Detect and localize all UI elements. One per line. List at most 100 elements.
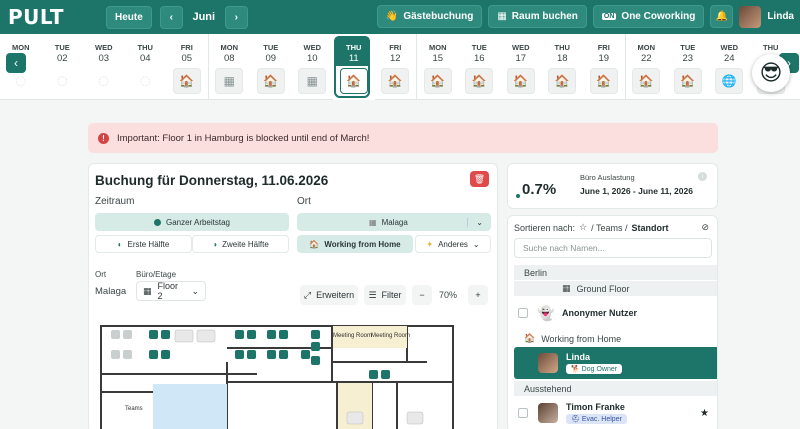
utilization-percent: 0.7%	[522, 181, 557, 198]
guest-booking-label: Gästebuchung	[403, 11, 474, 22]
star-filled-icon[interactable]: ★	[700, 408, 709, 419]
day-15[interactable]: MON 15 🏠	[417, 34, 459, 100]
teams-room-label: Teams	[125, 406, 143, 412]
day-08[interactable]: MON 08 ▦	[209, 34, 251, 100]
day-16[interactable]: TUE 16 🏠	[459, 34, 501, 100]
person-row-linda[interactable]: Linda 🐕 Dog Owner	[514, 347, 717, 379]
day-04[interactable]: THU 04 ◌	[125, 34, 167, 100]
sort-teams[interactable]: / Teams /	[591, 223, 627, 233]
day-17[interactable]: WED 17 🏠	[500, 34, 542, 100]
group-berlin[interactable]: Berlin	[514, 265, 717, 280]
utilization-title: Büro Auslastung	[580, 173, 635, 182]
weekday-label: WED	[303, 43, 322, 52]
user-avatar[interactable]	[739, 5, 762, 28]
coworking-button[interactable]: ON One Coworking	[592, 5, 705, 28]
day-10[interactable]: WED 10 ▦	[292, 34, 334, 100]
user-name[interactable]: Linda	[767, 11, 794, 22]
weekday-label: THU	[763, 43, 779, 52]
day-11[interactable]: THU 11 🏠	[333, 34, 375, 100]
day-12[interactable]: FRI 12 🏠	[375, 34, 417, 100]
next-month-button[interactable]: ›	[224, 5, 248, 29]
day-09[interactable]: TUE 09 🏠	[250, 34, 292, 100]
eye-off-icon[interactable]: ⊘	[701, 222, 709, 233]
day-05[interactable]: FRI 05 🏠	[166, 34, 208, 100]
weekday-label: MON	[637, 43, 656, 52]
second-half-option[interactable]: ◑ Zweite Hälfte	[192, 235, 289, 253]
home-icon: 🏠	[524, 333, 536, 343]
person-row-timon[interactable]: Timon Franke ⛑ Evac. Helper ★	[514, 399, 717, 427]
blocked-floor-alert: ! Important: Floor 1 in Hamburg is block…	[88, 123, 718, 153]
day-23[interactable]: TUE 23 🏠	[667, 34, 709, 100]
day-22[interactable]: MON 22 🏠	[626, 34, 668, 100]
home-repeat-icon: 🏠	[548, 68, 577, 94]
alert-icon: !	[98, 132, 109, 144]
chevron-down-icon: ⌄	[472, 239, 480, 249]
full-day-option[interactable]: Ganzer Arbeitstag	[95, 213, 289, 231]
sort-row: Sortieren nach: ☆ / Teams / Standort	[514, 222, 668, 233]
first-half-option[interactable]: ◐ Erste Hälfte	[95, 235, 192, 253]
weekday-label: FRI	[389, 43, 402, 52]
day-03[interactable]: WED 03 ◌	[83, 34, 125, 100]
group-pending[interactable]: Ausstehend	[514, 381, 717, 396]
day-number: 03	[98, 53, 110, 64]
floor-area-highlight	[153, 384, 227, 429]
ort-label: Ort	[297, 196, 311, 207]
pult-logo[interactable]: PULT	[8, 5, 64, 29]
badge-label: Evac. Helper	[581, 416, 622, 423]
day-18[interactable]: THU 18 🏠	[542, 34, 584, 100]
sunglasses-emoji-icon[interactable]: 😎	[752, 54, 790, 92]
guest-booking-button[interactable]: 👋 Gästebuchung	[376, 5, 483, 28]
location-select[interactable]: ▦ Malaga ⌄	[297, 213, 491, 231]
wfh-option[interactable]: 🏠 Working from Home	[297, 235, 413, 253]
day-19[interactable]: FRI 19 🏠	[583, 34, 625, 100]
day-24[interactable]: WED 24 🌐	[709, 34, 751, 100]
floor-select[interactable]: ▦ Floor 2 ⌄	[136, 281, 206, 301]
info-icon[interactable]: i	[698, 172, 707, 181]
prev-month-button[interactable]: ‹	[159, 5, 183, 29]
day-02[interactable]: TUE 02 ◌	[42, 34, 84, 100]
zoom-out-button[interactable]: −	[412, 285, 432, 305]
other-label: Anderes	[438, 239, 468, 249]
home-repeat-icon: 🏠	[632, 68, 661, 94]
weekday-label: TUE	[263, 43, 279, 52]
other-option[interactable]: ✦ Anderes ⌄	[415, 235, 491, 253]
home-repeat-icon: 🏠	[423, 68, 452, 94]
floor-select-value: Floor 2	[157, 281, 179, 301]
group-wfh-label: Working from Home	[541, 333, 622, 344]
group-wfh[interactable]: 🏠 Working from Home	[514, 331, 717, 346]
group-ground-floor-label: Ground Floor	[576, 283, 630, 294]
notifications-button[interactable]: 🔔	[710, 5, 734, 28]
room-booking-label: Raum buchen	[511, 11, 578, 22]
room-booking-button[interactable]: ▦ Raum buchen	[488, 5, 587, 28]
expand-button[interactable]: ⤢ Erweitern	[300, 285, 358, 305]
days-prev-button[interactable]: ‹	[6, 53, 26, 73]
filter-button[interactable]: ☰ Filter	[364, 285, 406, 305]
select-checkbox[interactable]	[518, 408, 528, 418]
group-ground-floor[interactable]: ▦ Ground Floor	[514, 281, 717, 296]
select-checkbox[interactable]	[518, 308, 528, 318]
floor-plan[interactable]: Meeting Room Meeting Room Teams	[97, 322, 457, 429]
avatar	[538, 353, 558, 373]
day-number: 17	[515, 53, 527, 64]
day-number: 09	[265, 53, 277, 64]
avatar	[538, 403, 558, 423]
person-row-anonymous[interactable]: 👻 Anonymer Nutzer	[514, 299, 717, 327]
weekday-label: TUE	[680, 43, 696, 52]
group-berlin-label: Berlin	[524, 267, 548, 278]
today-button[interactable]: Heute	[105, 5, 152, 29]
delete-booking-button[interactable]: 🗑	[470, 171, 489, 187]
day-number: 05	[181, 53, 193, 64]
empty-day-icon: ◌	[56, 69, 69, 92]
day-number: 08	[223, 53, 235, 64]
trash-icon: 🗑	[473, 173, 486, 184]
dog-owner-badge: 🐕 Dog Owner	[566, 364, 623, 374]
star-outline-icon[interactable]: ☆	[579, 222, 587, 233]
sort-location[interactable]: Standort	[631, 223, 668, 233]
full-day-dot-icon	[153, 218, 161, 226]
day-number: 19	[598, 53, 610, 64]
home-repeat-icon: 🏠	[673, 68, 702, 94]
name-search-input[interactable]: Suche nach Namen...	[514, 238, 712, 258]
floor-plan-svg: Meeting Room Meeting Room Teams	[100, 325, 454, 429]
day-number: 18	[556, 53, 568, 64]
zoom-in-button[interactable]: +	[468, 285, 488, 305]
